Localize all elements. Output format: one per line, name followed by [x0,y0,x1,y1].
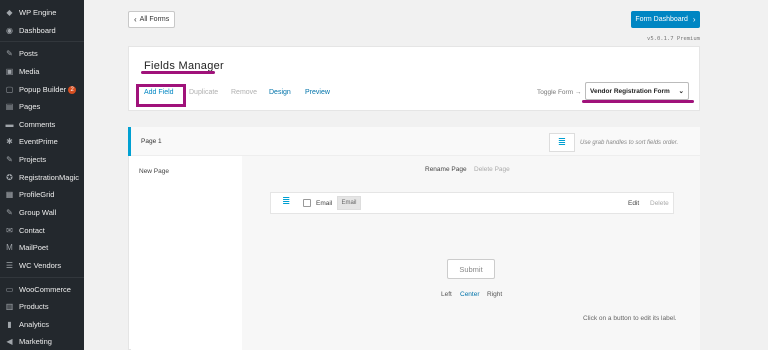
sidebar-item-label: Media [19,67,40,76]
sidebar-item-label: Analytics [19,320,50,329]
sidebar-item-label: Contact [19,226,45,235]
mail-icon: ✉ [6,225,13,235]
sidebar-item-projects[interactable]: ✎ Projects [0,151,84,168]
sidebar-item-mailpoet[interactable]: M MailPoet [0,239,84,256]
comments-icon: ▬ [5,119,14,129]
sidebar-item-products[interactable]: ▥ Products [0,298,84,315]
version-label: v5.0.1.7 Premium [647,36,700,42]
field-label: Email [316,200,333,207]
sidebar-item-popup-builder[interactable]: ▢ Popup Builder 2 [0,81,84,98]
sort-hint: Use grab handles to sort fields order. [580,140,679,146]
wpengine-icon: ◆ [6,7,13,17]
admin-sidebar: ◆ WP Engine ◉ Dashboard ✎ Posts ▣ Media ▢ Pop… [0,0,84,350]
sidebar-item-label: WP Engine [19,8,57,17]
chevron-left-icon: ‹ [134,15,137,24]
sidebar-item-label: ProfileGrid [19,190,55,199]
submit-button[interactable]: Submit [447,259,495,279]
form-select[interactable]: Vendor Registration Form ⌄ [585,82,689,100]
media-icon: ▣ [5,66,14,76]
delete-field-button[interactable]: Delete [650,200,669,207]
design-button[interactable]: Design [269,89,291,96]
rename-page-button[interactable]: Rename Page [425,166,467,173]
field-type-badge: Email [337,196,361,210]
drag-handle-icon[interactable]: ≣ [282,197,290,207]
sidebar-item-woocommerce[interactable]: ▭ WooCommerce [0,281,84,298]
align-center-button[interactable]: Center [460,291,480,298]
sidebar-separator [0,277,84,278]
sidebar-separator [0,41,84,42]
sidebar-item-comments[interactable]: ▬ Comments [0,116,84,133]
chevron-down-icon: ⌄ [678,88,684,95]
popup-icon: ▢ [5,84,14,94]
align-right-button[interactable]: Right [487,291,502,298]
dashboard-icon: ◉ [6,25,13,35]
new-page-button[interactable]: New Page [139,168,169,175]
toggle-form-label: Toggle Form → [537,89,582,96]
active-page-indicator [128,127,131,156]
sidebar-item-label: Pages [19,102,41,111]
remove-button[interactable]: Remove [231,89,257,96]
sidebar-item-label: WC Vendors [19,261,62,270]
field-checkbox[interactable] [303,199,311,207]
align-left-button[interactable]: Left [441,291,452,298]
delete-page-button[interactable]: Delete Page [474,166,510,173]
analytics-icon: ▮ [7,319,12,329]
sidebar-item-label: WooCommerce [19,285,71,294]
sidebar-item-wp-engine[interactable]: ◆ WP Engine [0,4,84,21]
sidebar-item-eventprime[interactable]: ✱ EventPrime [0,133,84,150]
sidebar-item-label: Group Wall [19,208,57,217]
sidebar-item-analytics[interactable]: ▮ Analytics [0,316,84,333]
notification-badge: 2 [68,85,77,94]
sidebar-item-label: Products [19,302,49,311]
sidebar-item-label: Projects [19,155,47,164]
tab-page-1[interactable]: Page 1 [141,138,162,145]
duplicate-button[interactable]: Duplicate [189,89,218,96]
sidebar-item-label: EventPrime [19,137,58,146]
sidebar-item-label: MailPoet [19,243,49,252]
sidebar-item-profilegrid[interactable]: ▦ ProfileGrid [0,186,84,203]
all-forms-button[interactable]: ‹ All Forms [128,11,175,28]
sidebar-item-dashboard[interactable]: ◉ Dashboard [0,22,84,39]
sidebar-item-label: Comments [19,120,56,129]
woo-icon: ▭ [5,284,14,294]
sidebar-item-label: RegistrationMagic [19,173,80,182]
mailpoet-icon: M [6,242,13,252]
sidebar-item-label: Popup Builder [19,85,67,94]
select-highlight [582,100,694,103]
preview-button[interactable]: Preview [305,89,330,96]
sort-handle-button[interactable]: ≣ [549,133,575,152]
sidebar-item-media[interactable]: ▣ Media [0,63,84,80]
registration-icon: ✪ [6,172,13,182]
edit-field-button[interactable]: Edit [628,200,639,207]
profile-icon: ▦ [5,189,14,199]
sidebar-item-group-wall[interactable]: ✎ Group Wall [0,204,84,221]
pin-icon: ✎ [6,207,13,217]
sidebar-item-label: Dashboard [19,26,56,35]
title-highlight [141,71,215,74]
sidebar-item-contact[interactable]: ✉ Contact [0,222,84,239]
pages-column [131,156,242,350]
sidebar-item-pages[interactable]: ▤ Pages [0,98,84,115]
event-icon: ✱ [6,136,13,146]
sidebar-item-wc-vendors[interactable]: ☰ WC Vendors [0,257,84,274]
pin-icon: ✎ [6,48,13,58]
form-dashboard-label: Form Dashboard [635,16,688,23]
vendors-icon: ☰ [5,260,14,270]
all-forms-label: All Forms [139,16,170,23]
grab-handle-icon: ≣ [557,137,567,148]
edit-label-hint: Click on a button to edit its label. [583,315,677,322]
chevron-right-icon: › [692,15,696,24]
products-icon: ▥ [5,301,14,311]
form-dashboard-button[interactable]: Form Dashboard › [631,11,700,28]
sidebar-item-label: Posts [19,49,38,58]
sidebar-item-registrationmagic[interactable]: ✪ RegistrationMagic [0,169,84,186]
add-field-highlight [136,84,186,107]
marketing-icon: ◀ [6,336,13,346]
pin-icon: ✎ [6,154,13,164]
form-select-value: Vendor Registration Form [590,87,670,95]
sidebar-item-label: Marketing [19,337,52,346]
sidebar-item-posts[interactable]: ✎ Posts [0,45,84,62]
sidebar-item-marketing[interactable]: ◀ Marketing [0,333,84,350]
pages-icon: ▤ [5,101,14,111]
